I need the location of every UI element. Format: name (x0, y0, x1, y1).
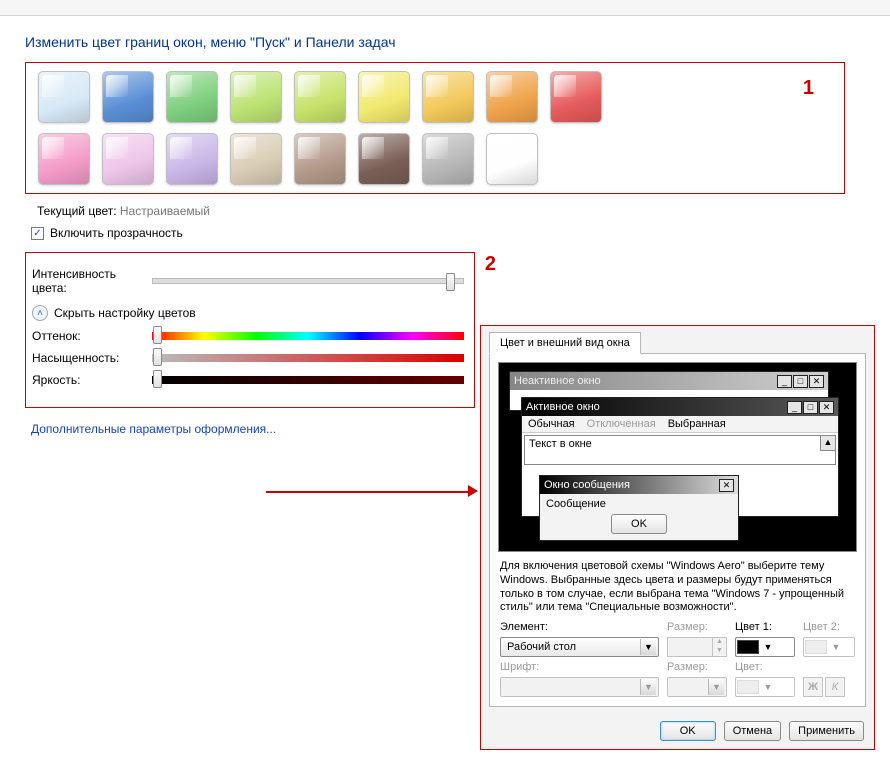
color2-label: Цвет 2: (803, 621, 855, 633)
chevron-up-icon[interactable]: ˄ (32, 305, 48, 321)
color-swatch-group: 1 (25, 62, 845, 194)
text-in-window: Текст в окне (529, 438, 592, 450)
collapse-label: Скрыть настройку цветов (54, 306, 196, 320)
color-swatch[interactable] (166, 71, 218, 123)
menu-selected: Выбранная (668, 418, 726, 430)
cancel-button[interactable]: Отмена (724, 721, 781, 741)
color-swatch[interactable] (166, 133, 218, 185)
minimize-icon: _ (787, 401, 802, 414)
chevron-down-icon: ▼ (829, 642, 843, 652)
annotation-arrow-head (468, 485, 478, 497)
menu-normal: Обычная (528, 418, 575, 430)
menu-disabled: Отключенная (587, 418, 656, 430)
scroll-up-icon: ▲ (820, 436, 835, 451)
element-combo-value: Рабочий стол (507, 641, 576, 653)
color1-label: Цвет 1: (735, 621, 795, 633)
window-chrome-top (0, 0, 890, 16)
size-label: Размер: (667, 621, 727, 633)
minimize-icon: _ (777, 375, 792, 388)
color-swatch[interactable] (422, 133, 474, 185)
dialog-tab[interactable]: Цвет и внешний вид окна (489, 332, 641, 354)
brightness-slider[interactable] (152, 376, 464, 384)
chevron-down-icon: ▼ (640, 639, 656, 655)
saturation-slider[interactable] (152, 354, 464, 362)
page-title: Изменить цвет границ окон, меню "Пуск" и… (25, 34, 870, 50)
appearance-preview: Неактивное окно _ □ ✕ Активное окно _ □ … (498, 362, 857, 552)
color-swatch[interactable] (294, 133, 346, 185)
saturation-label: Насыщенность: (32, 351, 152, 365)
intensity-label: Интенсивность цвета: (32, 267, 152, 295)
transparency-label: Включить прозрачность (50, 226, 183, 240)
size-spinner: ▲▼ (667, 637, 727, 657)
font-label: Шрифт: (500, 661, 659, 673)
font-combo: ▼ (500, 677, 659, 697)
color-swatch[interactable] (38, 133, 90, 185)
color-swatch[interactable] (550, 71, 602, 123)
message-ok-button: OK (611, 514, 667, 534)
appearance-dialog: Цвет и внешний вид окна Неактивное окно … (480, 325, 875, 750)
brightness-label: Яркость: (32, 373, 152, 387)
transparency-checkbox[interactable]: ✓ (31, 227, 44, 240)
color-swatch[interactable] (358, 133, 410, 185)
ok-button[interactable]: OK (660, 721, 716, 741)
fcolor-label: Цвет: (735, 661, 795, 673)
element-combo[interactable]: Рабочий стол ▼ (500, 637, 659, 657)
current-color-label: Текущий цвет: (37, 204, 117, 218)
advanced-appearance-link[interactable]: Дополнительные параметры оформления... (31, 422, 276, 436)
close-icon: ✕ (719, 479, 734, 492)
color-swatch[interactable] (230, 133, 282, 185)
chevron-down-icon: ▼ (761, 642, 775, 652)
apply-button[interactable]: Применить (789, 721, 864, 741)
color-swatch[interactable] (102, 133, 154, 185)
bold-toggle: Ж (803, 677, 823, 697)
intensity-slider[interactable] (152, 278, 464, 284)
color-swatch[interactable] (358, 71, 410, 123)
message-window-title: Окно сообщения (544, 479, 630, 491)
color2-picker: ▼ (803, 637, 855, 657)
element-label: Элемент: (500, 621, 659, 633)
maximize-icon: □ (793, 375, 808, 388)
color-swatch[interactable] (294, 71, 346, 123)
preview-textarea: Текст в окне ▲ (524, 435, 836, 465)
annotation-arrow (266, 491, 468, 493)
fsize-label: Размер: (667, 661, 727, 673)
maximize-icon: □ (803, 401, 818, 414)
preview-message-window: Окно сообщения ✕ Сообщение OK (539, 475, 739, 541)
annotation-2: 2 (485, 253, 496, 276)
color-swatch[interactable] (38, 71, 90, 123)
hue-label: Оттенок: (32, 329, 152, 343)
preview-menubar: Обычная Отключенная Выбранная (522, 416, 838, 433)
color-swatch[interactable] (102, 71, 154, 123)
active-window-title: Активное окно (526, 401, 600, 413)
color-swatch[interactable] (486, 133, 538, 185)
font-size-combo: ▼ (667, 677, 727, 697)
font-color-picker: ▼ (735, 677, 795, 697)
current-color-line: Текущий цвет: Настраиваемый (37, 204, 870, 218)
inactive-window-title: Неактивное окно (514, 375, 601, 387)
color-swatch[interactable] (422, 71, 474, 123)
message-body-text: Сообщение (546, 498, 606, 510)
italic-toggle: К (825, 677, 845, 697)
close-icon: ✕ (819, 401, 834, 414)
color-swatch[interactable] (486, 71, 538, 123)
color-tuning-group: 2 Интенсивность цвета: ˄ Скрыть настройк… (25, 252, 475, 408)
color-swatch[interactable] (230, 71, 282, 123)
color1-picker[interactable]: ▼ (735, 637, 795, 657)
dialog-help-text: Для включения цветовой схемы "Windows Ae… (500, 560, 855, 615)
close-icon: ✕ (809, 375, 824, 388)
hue-slider[interactable] (152, 332, 464, 340)
current-color-value: Настраиваемый (120, 204, 210, 218)
